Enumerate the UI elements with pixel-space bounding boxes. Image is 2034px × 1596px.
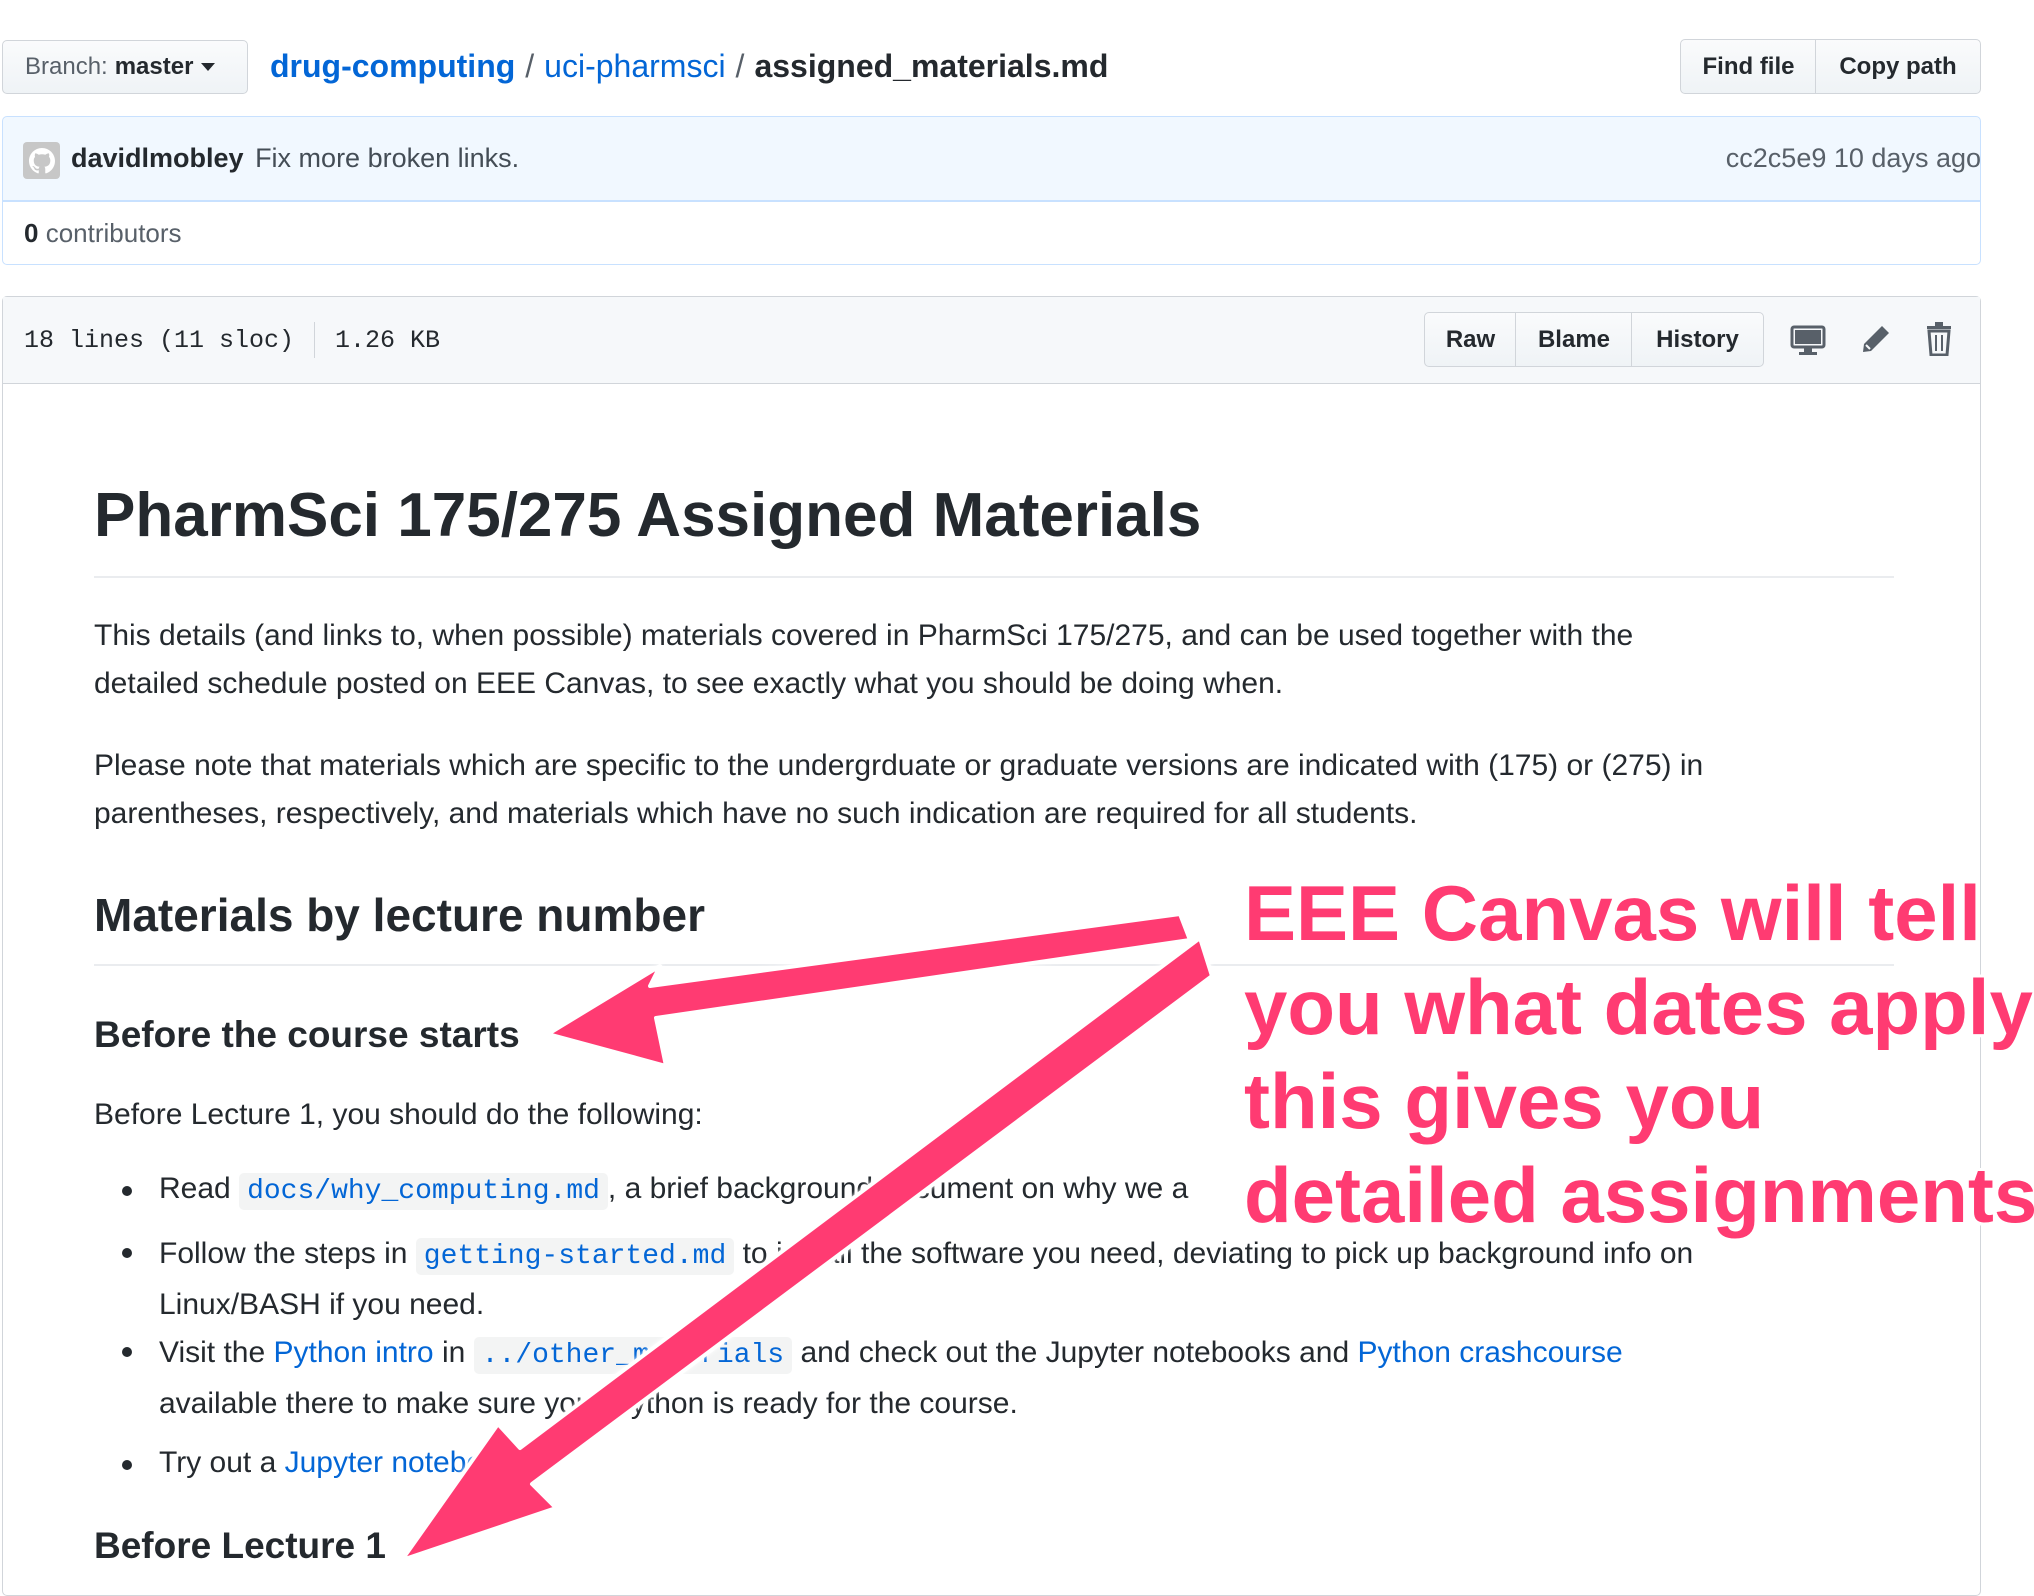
title-divider <box>94 576 1894 578</box>
intro-paragraph: This details (and links to, when possibl… <box>94 612 1633 708</box>
chevron-down-icon <box>201 63 216 71</box>
file-info-divider <box>314 322 316 358</box>
raw-button[interactable]: Raw <box>1424 312 1517 367</box>
contributors-count: 0 <box>24 218 39 248</box>
copy-path-button[interactable]: Copy path <box>1815 39 1981 94</box>
avatar[interactable] <box>23 142 60 179</box>
list-text: and check out the Jupyter notebooks and <box>800 1336 1350 1369</box>
python-crashcourse-link[interactable]: Python crashcourse <box>1358 1336 1623 1369</box>
bullet-dot <box>122 1248 132 1258</box>
file-size: 1.26 KB <box>335 325 441 355</box>
before-lecture-text: Before Lecture 1, you should do the foll… <box>94 1098 703 1131</box>
intro-line: This details (and links to, when possibl… <box>94 619 1634 652</box>
list-text: in <box>441 1336 466 1369</box>
list-text: Try out a <box>159 1446 277 1479</box>
commit-summary: davidlmobley Fix more broken links. <box>71 143 519 174</box>
page-title: PharmSci 175/275 Assigned Materials <box>94 481 1202 550</box>
find-file-button[interactable]: Find file <box>1680 39 1817 94</box>
list-text: Read <box>159 1172 231 1205</box>
code-link[interactable]: ../other_materials <box>473 1337 793 1374</box>
list-text: Linux/BASH if you need. <box>159 1288 485 1321</box>
breadcrumb-file: assigned_materials.md <box>754 47 1109 84</box>
annotation-line: you what dates apply; <box>1244 963 2034 1051</box>
annotation-text: EEE Canvas will tell you what dates appl… <box>1244 866 2034 1242</box>
commit-sha-link[interactable]: cc2c5e9 <box>1726 143 1827 173</box>
branch-selector[interactable]: Branch: master <box>2 40 248 94</box>
note-paragraph: Please note that materials which are spe… <box>94 742 1703 838</box>
contributors-bar <box>2 200 1981 265</box>
list-text: , a brief background document on why we … <box>607 1172 1189 1205</box>
contributors-link[interactable]: 0 contributors <box>24 218 182 249</box>
jupyter-notebook-link[interactable]: Jupyter notebook <box>285 1446 515 1479</box>
before-lecture1-heading: Before Lecture 1 <box>94 1525 386 1566</box>
list-item: Read docs/why_computing.md, a brief back… <box>122 1172 1189 1210</box>
bullet-dot <box>122 1460 132 1470</box>
annotation-line: EEE Canvas will tell <box>1244 869 1981 957</box>
file-info: 18 lines (11 sloc) 1.26 KB <box>24 322 440 358</box>
note-line: parentheses, respectively, and materials… <box>94 797 1418 830</box>
pencil-icon[interactable] <box>1860 323 1892 355</box>
breadcrumb-separator: / <box>735 47 745 84</box>
contributors-label: contributors <box>45 218 182 248</box>
annotation-line: detailed assignments <box>1244 1151 2034 1239</box>
commit-author-link[interactable]: davidlmobley <box>71 143 244 173</box>
breadcrumb: drug-computing / uci-pharmsci / assigned… <box>270 44 1108 88</box>
breadcrumb-folder-link[interactable]: uci-pharmsci <box>544 48 725 85</box>
list-item: Try out a Jupyter notebook <box>122 1446 515 1480</box>
branch-label: Branch: <box>25 53 108 80</box>
list-text: available there to make sure your Python… <box>159 1387 1018 1420</box>
python-intro-link[interactable]: Python intro <box>274 1336 434 1369</box>
list-text: Visit the <box>159 1336 266 1369</box>
github-avatar-icon <box>28 147 55 173</box>
list-item: Follow the steps in getting-started.md t… <box>122 1230 1693 1329</box>
branch-value: master <box>114 53 194 80</box>
commit-message-link[interactable]: Fix more broken links. <box>255 143 519 173</box>
bullet-dot <box>122 1347 132 1357</box>
annotation-line: this gives you <box>1244 1057 1765 1145</box>
breadcrumb-repo-link[interactable]: drug-computing <box>270 48 515 85</box>
list-text: Follow the steps in <box>159 1237 408 1270</box>
breadcrumb-separator: / <box>525 47 535 84</box>
desktop-icon[interactable] <box>1790 324 1826 356</box>
code-link[interactable]: docs/why_computing.md <box>239 1173 608 1210</box>
trash-icon[interactable] <box>1925 322 1953 356</box>
before-course-heading: Before the course starts <box>94 1014 520 1055</box>
intro-line: detailed schedule posted on EEE Canvas, … <box>94 667 1284 700</box>
materials-heading: Materials by lecture number <box>94 889 705 941</box>
commit-meta: cc2c5e9 10 days ago <box>1726 143 1981 174</box>
commit-age: 10 days ago <box>1833 143 1981 173</box>
file-lines: 18 lines (11 sloc) <box>24 325 295 355</box>
list-item: Visit the Python intro in ../other_mater… <box>122 1329 1623 1428</box>
bullet-dot <box>122 1186 132 1196</box>
history-button[interactable]: History <box>1631 312 1764 367</box>
note-line: Please note that materials which are spe… <box>94 749 1704 782</box>
blame-button[interactable]: Blame <box>1515 312 1633 367</box>
code-link[interactable]: getting-started.md <box>415 1238 735 1275</box>
